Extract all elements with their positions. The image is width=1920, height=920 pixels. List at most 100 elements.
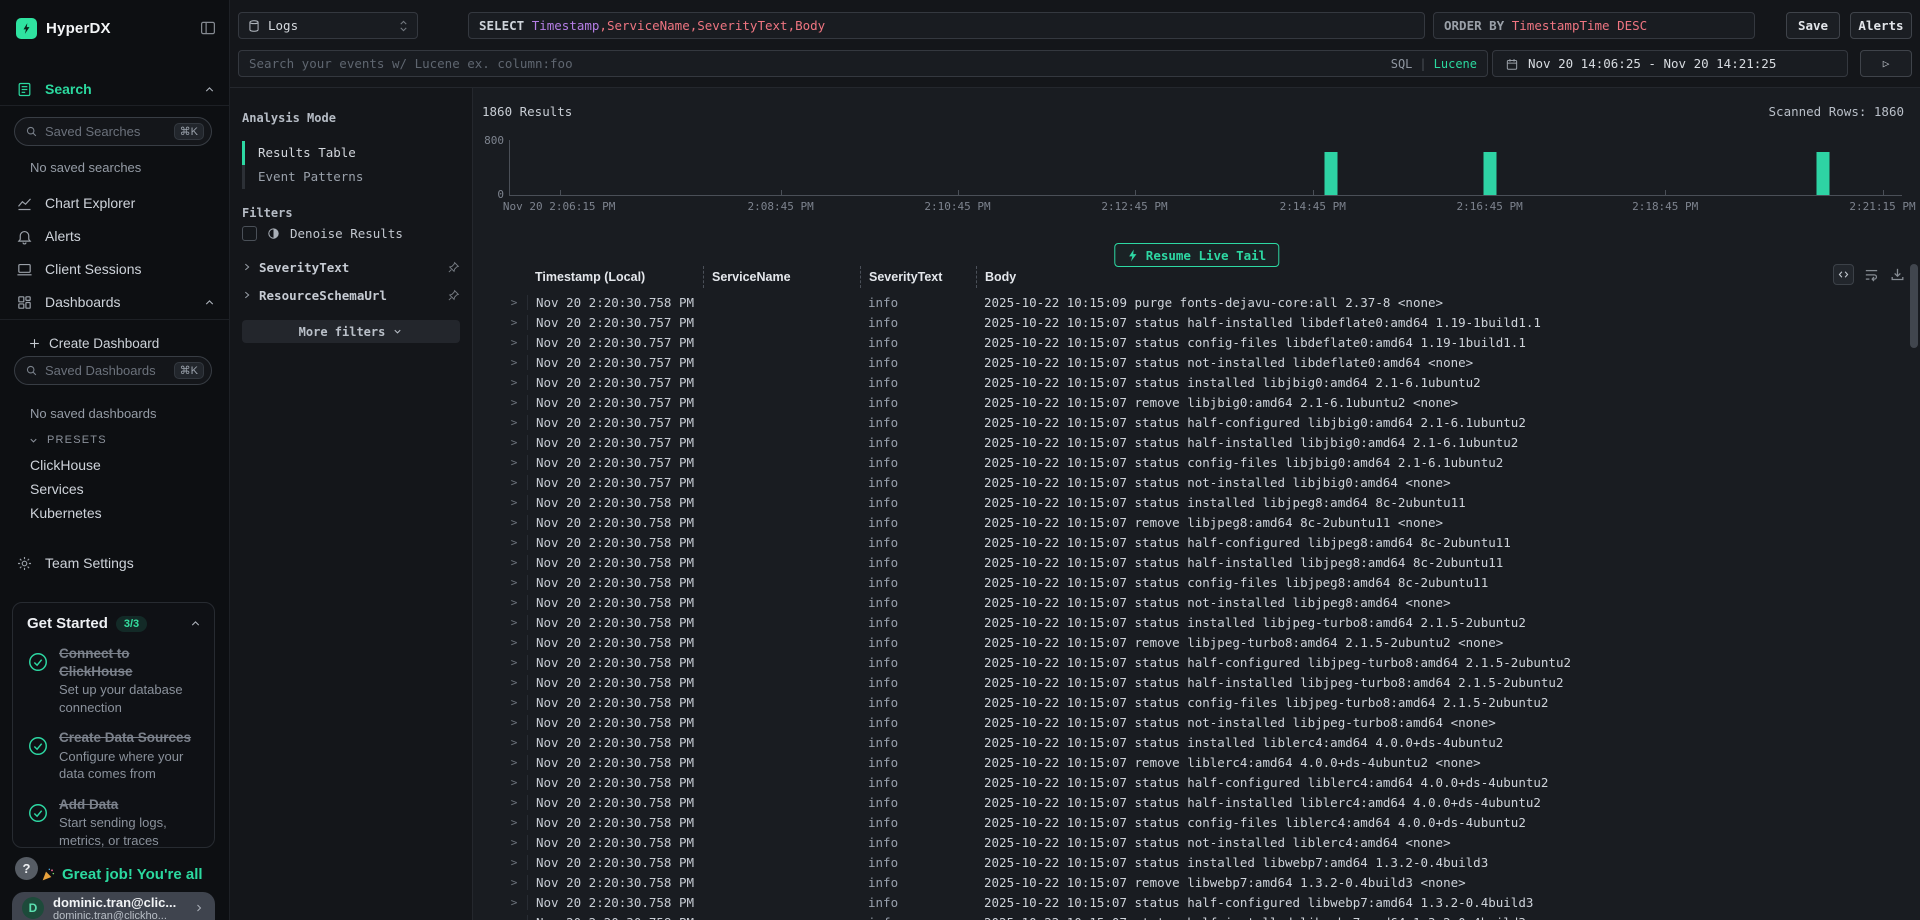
chart-bar[interactable] bbox=[1483, 152, 1496, 195]
table-row[interactable]: >Nov 20 2:20:30.757 PMinfo2025-10-22 10:… bbox=[473, 312, 1920, 332]
table-header: Timestamp (Local) ServiceName SeverityTe… bbox=[473, 266, 1880, 288]
run-query-button[interactable]: ▷ bbox=[1860, 50, 1912, 77]
filter-group-resourceschemaurl[interactable]: ResourceSchemaUrl bbox=[242, 284, 460, 306]
user-profile-chip[interactable]: D dominic.tran@clic... dominic.tran@clic… bbox=[12, 892, 215, 920]
download-icon[interactable] bbox=[1889, 266, 1906, 283]
table-row[interactable]: >Nov 20 2:20:30.757 PMinfo2025-10-22 10:… bbox=[473, 372, 1920, 392]
table-row[interactable]: >Nov 20 2:20:30.758 PMinfo2025-10-22 10:… bbox=[473, 632, 1920, 652]
table-row[interactable]: >Nov 20 2:20:30.757 PMinfo2025-10-22 10:… bbox=[473, 432, 1920, 452]
orderby-value: TimestampTime DESC bbox=[1512, 18, 1647, 33]
sidebar-item-chart-explorer[interactable]: Chart Explorer bbox=[0, 190, 230, 216]
column-header-servicename[interactable]: ServiceName bbox=[703, 266, 860, 288]
table-row[interactable]: >Nov 20 2:20:30.758 PMinfo2025-10-22 10:… bbox=[473, 712, 1920, 732]
table-row[interactable]: >Nov 20 2:20:30.758 PMinfo2025-10-22 10:… bbox=[473, 592, 1920, 612]
table-row[interactable]: >Nov 20 2:20:30.758 PMinfo2025-10-22 10:… bbox=[473, 912, 1920, 920]
saved-dashboards-input[interactable] bbox=[45, 363, 174, 378]
table-row[interactable]: >Nov 20 2:20:30.757 PMinfo2025-10-22 10:… bbox=[473, 412, 1920, 432]
get-started-item-title: Connect to ClickHouse bbox=[59, 645, 202, 680]
pin-icon[interactable] bbox=[447, 289, 460, 302]
event-search-input[interactable] bbox=[249, 56, 1391, 71]
sidebar-collapse-icon[interactable] bbox=[199, 19, 217, 37]
mode-event-patterns[interactable]: Event Patterns bbox=[242, 165, 462, 189]
x-tick-mark bbox=[1313, 190, 1314, 195]
expand-chevron-icon: > bbox=[501, 856, 527, 869]
table-row[interactable]: >Nov 20 2:20:30.757 PMinfo2025-10-22 10:… bbox=[473, 392, 1920, 412]
table-row[interactable]: >Nov 20 2:20:30.758 PMinfo2025-10-22 10:… bbox=[473, 692, 1920, 712]
table-row[interactable]: >Nov 20 2:20:30.758 PMinfo2025-10-22 10:… bbox=[473, 832, 1920, 852]
saved-searches-search[interactable]: ⌘K bbox=[14, 117, 212, 146]
sidebar-item-kubernetes[interactable]: Kubernetes bbox=[30, 505, 102, 521]
table-row[interactable]: >Nov 20 2:20:30.758 PMinfo2025-10-22 10:… bbox=[473, 572, 1920, 592]
pin-icon[interactable] bbox=[447, 261, 460, 274]
table-row[interactable]: >Nov 20 2:20:30.758 PMinfo2025-10-22 10:… bbox=[473, 672, 1920, 692]
resume-live-tail-label: Resume Live Tail bbox=[1146, 248, 1266, 263]
table-row[interactable]: >Nov 20 2:20:30.758 PMinfo2025-10-22 10:… bbox=[473, 872, 1920, 892]
table-row[interactable]: >Nov 20 2:20:30.758 PMinfo2025-10-22 10:… bbox=[473, 532, 1920, 552]
sidebar-item-services[interactable]: Services bbox=[30, 481, 84, 497]
save-button[interactable]: Save bbox=[1786, 12, 1840, 39]
checkbox-icon[interactable] bbox=[242, 226, 257, 241]
source-select[interactable]: Logs bbox=[238, 12, 418, 39]
presets-toggle[interactable]: PRESETS bbox=[28, 434, 107, 446]
chevron-up-icon[interactable] bbox=[203, 296, 216, 309]
column-header-severitytext[interactable]: SeverityText bbox=[860, 266, 976, 288]
sidebar-item-dashboards[interactable]: Dashboards bbox=[0, 289, 230, 315]
saved-dashboards-search[interactable]: ⌘K bbox=[14, 356, 212, 385]
table-row[interactable]: >Nov 20 2:20:30.758 PMinfo2025-10-22 10:… bbox=[473, 892, 1920, 912]
expand-chevron-icon: > bbox=[501, 756, 527, 769]
shortcut-badge: ⌘K bbox=[174, 123, 204, 140]
cell-body: 2025-10-22 10:15:07 status installed lib… bbox=[976, 855, 1920, 870]
create-dashboard-button[interactable]: Create Dashboard bbox=[0, 330, 230, 356]
sidebar-item-alerts[interactable]: Alerts bbox=[0, 223, 230, 249]
table-row[interactable]: >Nov 20 2:20:30.758 PMinfo2025-10-22 10:… bbox=[473, 812, 1920, 832]
table-row[interactable]: >Nov 20 2:20:30.758 PMinfo2025-10-22 10:… bbox=[473, 732, 1920, 752]
get-started-item[interactable]: Connect to ClickHouse Set up your databa… bbox=[27, 645, 202, 716]
table-row[interactable]: >Nov 20 2:20:30.758 PMinfo2025-10-22 10:… bbox=[473, 492, 1920, 512]
table-row[interactable]: >Nov 20 2:20:30.757 PMinfo2025-10-22 10:… bbox=[473, 352, 1920, 372]
chevron-up-icon[interactable] bbox=[189, 617, 202, 630]
table-row[interactable]: >Nov 20 2:20:30.758 PMinfo2025-10-22 10:… bbox=[473, 772, 1920, 792]
orderby-input[interactable]: ORDER BY TimestampTime DESC bbox=[1433, 12, 1755, 39]
column-header-timestamp[interactable]: Timestamp (Local) bbox=[527, 266, 703, 288]
table-row[interactable]: >Nov 20 2:20:30.758 PMinfo2025-10-22 10:… bbox=[473, 752, 1920, 772]
resume-live-tail-button[interactable]: Resume Live Tail bbox=[1114, 243, 1279, 267]
date-range-picker[interactable]: Nov 20 14:06:25 - Nov 20 14:21:25 bbox=[1492, 50, 1848, 77]
expand-chevron-icon: > bbox=[501, 456, 527, 469]
chart-bar[interactable] bbox=[1816, 152, 1829, 195]
column-header-body[interactable]: Body bbox=[976, 266, 1880, 288]
lucene-mode-button[interactable]: Lucene bbox=[1434, 57, 1477, 71]
x-tick-mark bbox=[1135, 190, 1136, 195]
table-row[interactable]: >Nov 20 2:20:30.757 PMinfo2025-10-22 10:… bbox=[473, 452, 1920, 472]
table-row[interactable]: >Nov 20 2:20:30.758 PMinfo2025-10-22 10:… bbox=[473, 792, 1920, 812]
table-row[interactable]: >Nov 20 2:20:30.758 PMinfo2025-10-22 10:… bbox=[473, 552, 1920, 572]
more-filters-button[interactable]: More filters bbox=[242, 320, 460, 343]
sidebar-item-client-sessions[interactable]: Client Sessions bbox=[0, 256, 230, 282]
sidebar-item-search[interactable]: Search bbox=[0, 76, 230, 102]
alerts-button[interactable]: Alerts bbox=[1850, 12, 1912, 39]
cell-timestamp: Nov 20 2:20:30.757 PM bbox=[527, 475, 703, 490]
get-started-item[interactable]: Add Data Start sending logs, metrics, or… bbox=[27, 796, 202, 850]
event-search-bar[interactable]: SQL | Lucene bbox=[238, 50, 1488, 77]
cell-timestamp: Nov 20 2:20:30.758 PM bbox=[527, 615, 703, 630]
sidebar-item-clickhouse[interactable]: ClickHouse bbox=[30, 457, 101, 473]
table-row[interactable]: >Nov 20 2:20:30.757 PMinfo2025-10-22 10:… bbox=[473, 332, 1920, 352]
table-row[interactable]: >Nov 20 2:20:30.757 PMinfo2025-10-22 10:… bbox=[473, 472, 1920, 492]
table-row[interactable]: >Nov 20 2:20:30.758 PMinfo2025-10-22 10:… bbox=[473, 292, 1920, 312]
cell-severity: info bbox=[860, 515, 976, 530]
help-button[interactable]: ? bbox=[15, 857, 38, 880]
denoise-results-toggle[interactable]: Denoise Results bbox=[242, 226, 403, 241]
table-row[interactable]: >Nov 20 2:20:30.758 PMinfo2025-10-22 10:… bbox=[473, 612, 1920, 632]
table-row[interactable]: >Nov 20 2:20:30.758 PMinfo2025-10-22 10:… bbox=[473, 652, 1920, 672]
table-row[interactable]: >Nov 20 2:20:30.758 PMinfo2025-10-22 10:… bbox=[473, 512, 1920, 532]
sql-mode-button[interactable]: SQL bbox=[1391, 57, 1413, 71]
check-circle-icon bbox=[27, 645, 49, 716]
get-started-item[interactable]: Create Data Sources Configure where your… bbox=[27, 729, 202, 783]
mode-results-table[interactable]: Results Table bbox=[242, 141, 462, 165]
saved-searches-input[interactable] bbox=[45, 124, 174, 139]
filter-group-severitytext[interactable]: SeverityText bbox=[242, 256, 460, 278]
chart-bar[interactable] bbox=[1325, 152, 1338, 195]
table-row[interactable]: >Nov 20 2:20:30.758 PMinfo2025-10-22 10:… bbox=[473, 852, 1920, 872]
select-columns-input[interactable]: SELECT Timestamp,ServiceName,SeverityTex… bbox=[468, 12, 1425, 39]
chevron-up-icon[interactable] bbox=[203, 83, 216, 96]
sidebar-item-team-settings[interactable]: Team Settings bbox=[0, 550, 230, 576]
